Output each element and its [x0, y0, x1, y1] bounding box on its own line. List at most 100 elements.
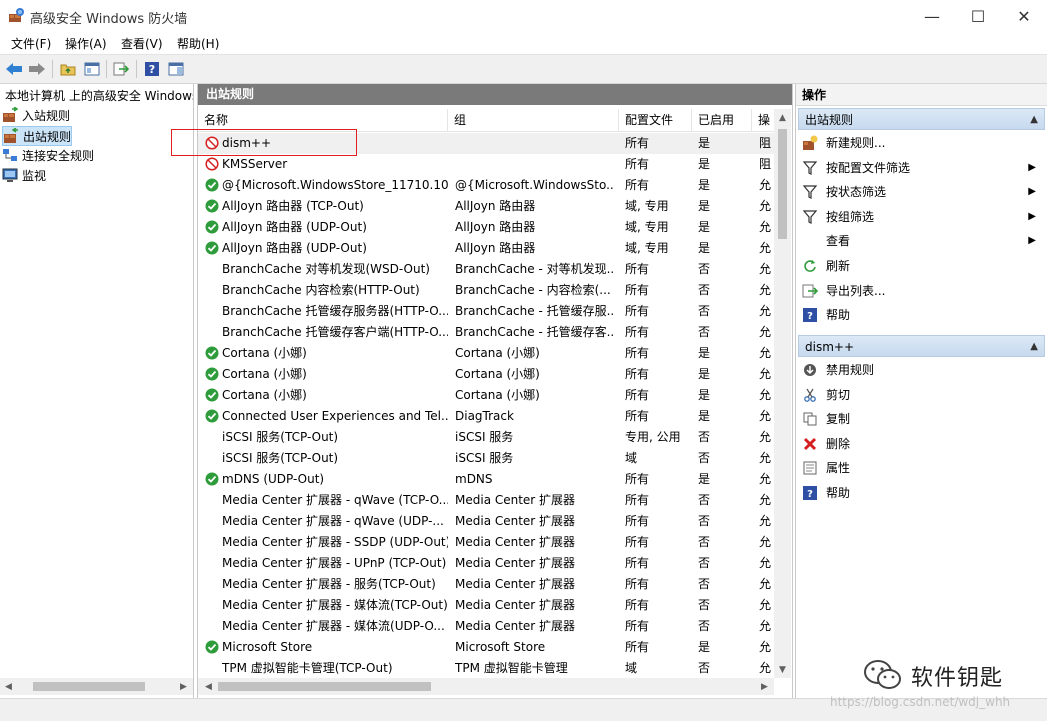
maximize-button[interactable]: ☐	[955, 0, 1001, 32]
table-row[interactable]: @{Microsoft.WindowsStore_11710.10... @{Mi…	[198, 175, 774, 196]
rule-name-cell: AllJoyn 路由器 (UDP-Out)	[222, 241, 367, 255]
rule-group-cell: DiagTrack	[455, 409, 514, 423]
table-row[interactable]: KMSServer 所有 是 阻	[198, 154, 774, 175]
collapse-icon[interactable]: ▲	[1030, 336, 1038, 358]
close-button[interactable]: ✕	[1001, 0, 1047, 32]
show-action-pane-icon[interactable]	[166, 59, 186, 79]
tree-root[interactable]: 本地计算机 上的高级安全 Windows	[5, 86, 193, 104]
table-row[interactable]: BranchCache 托管缓存客户端(HTTP-O... BranchCache…	[198, 322, 774, 343]
rule-group-cell: iSCSI 服务	[455, 430, 514, 444]
action-item[interactable]: ? 帮助	[800, 304, 1042, 326]
table-row[interactable]: Cortana (小娜) Cortana (小娜) 所有 是 允	[198, 343, 774, 364]
action-item[interactable]: 按配置文件筛选 ▶	[800, 157, 1042, 179]
rule-profile-cell: 所有	[625, 556, 650, 570]
forward-arrow-icon[interactable]	[27, 59, 47, 79]
table-row[interactable]: BranchCache 内容检索(HTTP-Out) BranchCache - …	[198, 280, 774, 301]
show-tree-icon[interactable]	[82, 59, 102, 79]
rule-action-cell: 允	[759, 430, 772, 444]
export-icon[interactable]	[111, 59, 131, 79]
scroll-right-icon[interactable]: ▶	[756, 678, 773, 695]
rule-name-cell: BranchCache 内容检索(HTTP-Out)	[222, 283, 420, 297]
tree-item-outbound-rules[interactable]: 出站规则	[2, 126, 73, 146]
help-icon[interactable]: ?	[142, 59, 162, 79]
scroll-right-icon[interactable]: ▶	[175, 678, 192, 695]
tree-item-connection-security-rules[interactable]: 连接安全规则	[2, 146, 94, 164]
menu-help[interactable]: 帮助(H)	[177, 35, 219, 52]
tree-item-inbound-rules[interactable]: 入站规则	[2, 106, 70, 124]
tree-horizontal-scrollbar[interactable]: ◀ ▶	[0, 678, 193, 695]
action-item[interactable]: 新建规则...	[800, 132, 1042, 154]
back-arrow-icon[interactable]	[4, 59, 24, 79]
action-item[interactable]: 属性	[800, 457, 1042, 479]
actions-section-selected-rule[interactable]: dism++ ▲	[798, 335, 1045, 357]
scrollbar-thumb[interactable]	[33, 682, 145, 691]
scroll-up-icon[interactable]: ▲	[774, 109, 791, 126]
menu-file[interactable]: 文件(F)	[11, 35, 51, 52]
action-item[interactable]: 查看 ▶	[800, 230, 1042, 252]
action-item[interactable]: 剪切	[800, 384, 1042, 406]
action-item[interactable]: 禁用规则	[800, 359, 1042, 381]
folder-up-icon[interactable]	[58, 59, 78, 79]
table-row[interactable]: Media Center 扩展器 - qWave (TCP-O... Media …	[198, 490, 774, 511]
collapse-icon[interactable]: ▲	[1030, 109, 1038, 131]
column-header-action[interactable]: 操	[752, 109, 774, 131]
table-row[interactable]: TPM 虚拟智能卡管理(TCP-Out) TPM 虚拟智能卡管理 域 否 允	[198, 658, 774, 679]
table-row[interactable]: AllJoyn 路由器 (UDP-Out) AllJoyn 路由器 域, 专用 是 允	[198, 217, 774, 238]
table-row[interactable]: Media Center 扩展器 - SSDP (UDP-Out) Media C…	[198, 532, 774, 553]
tree-item-monitoring[interactable]: 监视	[2, 166, 46, 184]
table-row[interactable]: Media Center 扩展器 - 媒体流(TCP-Out) Media Cen…	[198, 595, 774, 616]
rule-group-cell: @{Microsoft.WindowsSto...	[455, 178, 615, 192]
firewall-app-icon	[9, 8, 25, 22]
menu-view[interactable]: 查看(V)	[121, 35, 163, 52]
table-row[interactable]: Connected User Experiences and Tel... Dia…	[198, 406, 774, 427]
table-row[interactable]: Cortana (小娜) Cortana (小娜) 所有 是 允	[198, 385, 774, 406]
table-row[interactable]: BranchCache 对等机发现(WSD-Out) BranchCache - …	[198, 259, 774, 280]
table-row[interactable]: AllJoyn 路由器 (TCP-Out) AllJoyn 路由器 域, 专用 是 允	[198, 196, 774, 217]
action-item[interactable]: 按组筛选 ▶	[800, 206, 1042, 228]
column-header-group[interactable]: 组	[448, 109, 619, 131]
table-row[interactable]: Cortana (小娜) Cortana (小娜) 所有 是 允	[198, 364, 774, 385]
action-item[interactable]: 复制	[800, 408, 1042, 430]
scrollbar-thumb[interactable]	[778, 129, 787, 239]
rule-profile-cell: 域, 专用	[625, 199, 669, 213]
scroll-left-icon[interactable]: ◀	[200, 678, 217, 695]
column-header-enabled[interactable]: 已启用	[692, 109, 752, 131]
rule-allowed-icon	[205, 178, 219, 192]
action-item[interactable]: ? 帮助	[800, 482, 1042, 504]
action-item[interactable]: 按状态筛选 ▶	[800, 181, 1042, 203]
rule-name-cell: iSCSI 服务(TCP-Out)	[222, 451, 339, 465]
scroll-down-icon[interactable]: ▼	[774, 661, 791, 678]
table-row[interactable]: Microsoft Store Microsoft Store 所有 是 允	[198, 637, 774, 658]
rule-profile-cell: 专用, 公用	[625, 430, 681, 444]
table-row[interactable]: Media Center 扩展器 - qWave (UDP-... Media C…	[198, 511, 774, 532]
table-row[interactable]: mDNS (UDP-Out) mDNS 所有 是 允	[198, 469, 774, 490]
cut-icon	[802, 387, 818, 403]
table-row[interactable]: Media Center 扩展器 - 服务(TCP-Out) Media Cent…	[198, 574, 774, 595]
table-row[interactable]: iSCSI 服务(TCP-Out) iSCSI 服务 域 否 允	[198, 448, 774, 469]
rule-name-cell: mDNS (UDP-Out)	[222, 472, 325, 486]
list-vertical-scrollbar[interactable]: ▲ ▼	[774, 109, 791, 678]
column-header-name[interactable]: 名称	[198, 109, 448, 131]
minimize-button[interactable]: —	[909, 0, 955, 32]
rules-table-body: dism++ 所有是阻 KMSServer 所有是阻 @{Microsoft.Windo…	[198, 133, 774, 679]
scrollbar-thumb[interactable]	[218, 682, 431, 691]
table-row[interactable]: AllJoyn 路由器 (UDP-Out) AllJoyn 路由器 域, 专用 是 允	[198, 238, 774, 259]
table-row[interactable]: BranchCache 托管缓存服务器(HTTP-O... BranchCache…	[198, 301, 774, 322]
rule-enabled-cell: 是	[698, 220, 711, 234]
column-header-profile[interactable]: 配置文件	[619, 109, 692, 131]
table-row[interactable]: Media Center 扩展器 - UPnP (TCP-Out) Media C…	[198, 553, 774, 574]
rule-allowed-icon	[205, 220, 219, 234]
table-row[interactable]: iSCSI 服务(TCP-Out) iSCSI 服务 专用, 公用 否 允	[198, 427, 774, 448]
rule-group-cell: BranchCache - 托管缓存服...	[455, 304, 615, 318]
action-item[interactable]: 删除	[800, 433, 1042, 455]
action-item[interactable]: 刷新	[800, 255, 1042, 277]
actions-section-outbound-rules[interactable]: 出站规则 ▲	[798, 108, 1045, 130]
menu-action[interactable]: 操作(A)	[65, 35, 107, 52]
action-item[interactable]: 导出列表...	[800, 280, 1042, 302]
scroll-left-icon[interactable]: ◀	[0, 678, 17, 695]
toolbar-separator	[52, 60, 53, 78]
list-horizontal-scrollbar[interactable]: ◀ ▶	[198, 678, 774, 695]
table-row[interactable]: Media Center 扩展器 - 媒体流(UDP-O... Media Cen…	[198, 616, 774, 637]
rule-action-cell: 允	[759, 514, 772, 528]
rule-enabled-cell: 否	[698, 619, 711, 633]
